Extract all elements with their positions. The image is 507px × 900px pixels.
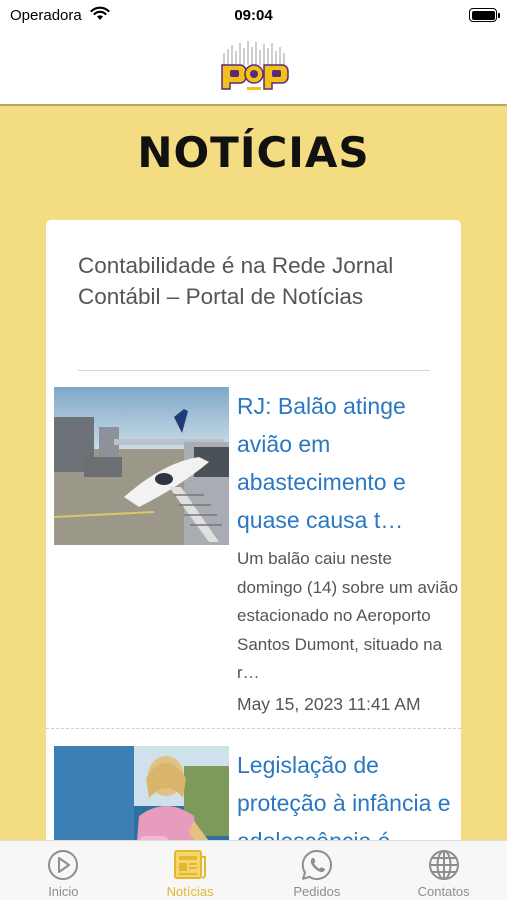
status-bar: Operadora 09:04 xyxy=(0,0,507,30)
page-title: NOTÍCIAS xyxy=(137,128,370,177)
clock: 09:04 xyxy=(234,6,273,24)
news-title[interactable]: RJ: Balão atinge avião em abastecimento … xyxy=(237,387,461,539)
tab-label: Inicio xyxy=(48,884,79,899)
tab-noticias[interactable]: Notícias xyxy=(127,841,254,900)
feed-source-title: Contabilidade é na Rede Jornal Contábil … xyxy=(78,253,394,309)
play-circle-icon xyxy=(48,850,79,880)
newspaper-icon xyxy=(174,850,207,879)
item-separator xyxy=(46,728,461,729)
tab-inicio[interactable]: Inicio xyxy=(0,841,127,900)
news-text: RJ: Balão atinge avião em abastecimento … xyxy=(237,387,461,715)
app-header xyxy=(0,30,507,106)
tab-contatos[interactable]: Contatos xyxy=(380,841,507,900)
carrier-label: Operadora xyxy=(10,6,82,24)
tab-label: Notícias xyxy=(166,884,214,899)
divider xyxy=(78,370,430,371)
news-thumbnail xyxy=(54,387,229,545)
tab-label: Contatos xyxy=(417,884,470,899)
news-card: Contabilidade é na Rede Jornal Contábil … xyxy=(46,220,461,860)
news-description: Um balão caiu neste domingo (14) sobre u… xyxy=(237,549,459,682)
tab-pedidos[interactable]: Pedidos xyxy=(254,841,381,900)
news-date: May 15, 2023 11:41 AM xyxy=(237,693,421,714)
wifi-icon xyxy=(90,6,110,25)
tab-bar: Inicio Notícias Pedidos Contatos xyxy=(0,840,507,900)
whatsapp-icon xyxy=(301,849,332,880)
status-left: Operadora xyxy=(10,6,110,25)
battery-icon xyxy=(469,8,500,22)
tab-label: Pedidos xyxy=(293,884,341,899)
app-logo xyxy=(220,41,289,90)
globe-icon xyxy=(428,850,459,880)
